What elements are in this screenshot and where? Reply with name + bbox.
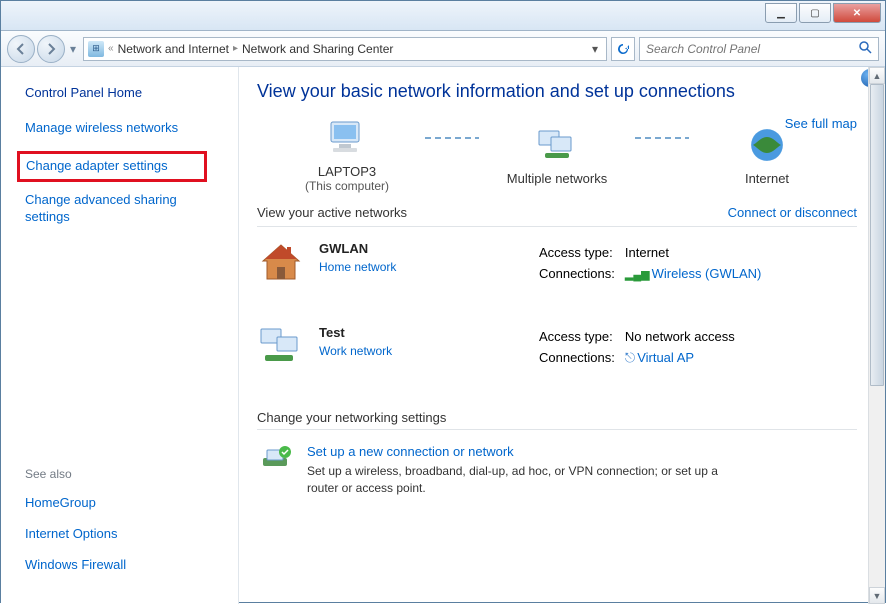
search-input[interactable] (646, 42, 858, 56)
scroll-down-button[interactable]: ▼ (869, 587, 885, 604)
see-full-map-link[interactable]: See full map (785, 116, 857, 131)
house-icon (257, 241, 305, 283)
internet-options-link[interactable]: Internet Options (25, 526, 126, 543)
map-node-networks: Multiple networks (497, 125, 617, 186)
globe-icon (745, 125, 789, 165)
access-type-value: Internet (625, 243, 770, 262)
refresh-icon (616, 42, 630, 56)
nav-history-dropdown[interactable]: ▾ (67, 35, 79, 63)
map-connector (635, 137, 689, 139)
address-bar[interactable]: ⊞ « Network and Internet ▸ Network and S… (83, 37, 607, 61)
map-node-label: Multiple networks (507, 171, 607, 186)
map-node-sublabel: (This computer) (305, 179, 389, 193)
change-adapter-link[interactable]: Change adapter settings (17, 151, 207, 182)
connections-label: Connections: (539, 348, 623, 368)
map-node-internet: Internet (707, 125, 827, 186)
change-advanced-link[interactable]: Change advanced sharing settings (25, 192, 215, 226)
address-dropdown[interactable]: ▾ (588, 42, 602, 56)
back-button[interactable] (7, 35, 35, 63)
adapter-icon: ⎋ (625, 350, 635, 365)
network-map: See full map LAPTOP3 (This computer) Mul… (257, 118, 857, 193)
search-box[interactable] (639, 37, 879, 61)
setup-icon (257, 444, 293, 476)
homegroup-link[interactable]: HomeGroup (25, 495, 126, 512)
change-settings-label: Change your networking settings (257, 410, 857, 425)
network-item-gwlan: GWLAN Home network Access type:Internet … (257, 241, 857, 285)
setup-connection-link[interactable]: Set up a new connection or network (307, 444, 747, 459)
network-item-test: Test Work network Access type:No network… (257, 325, 857, 370)
breadcrumb-parent[interactable]: Network and Internet (118, 42, 229, 56)
network-icon: ⊞ (88, 41, 104, 57)
network-type-link[interactable]: Home network (319, 260, 396, 274)
window-controls: ▁ ▢ ✕ (765, 3, 881, 23)
access-type-label: Access type: (539, 243, 623, 262)
body: Control Panel Home Manage wireless netwo… (1, 67, 885, 604)
network-name: Test (319, 325, 392, 340)
arrow-left-icon (15, 43, 27, 55)
nav-arrows: ▾ (7, 35, 79, 63)
map-connector (425, 137, 479, 139)
scroll-up-button[interactable]: ▲ (869, 67, 885, 84)
access-type-value: No network access (625, 327, 743, 346)
close-button[interactable]: ✕ (833, 3, 881, 23)
minimize-button[interactable]: ▁ (765, 3, 797, 23)
map-node-label: LAPTOP3 (318, 164, 376, 179)
signal-icon: ▂▄▆ (625, 269, 650, 281)
connection-link[interactable]: Wireless (GWLAN) (652, 266, 762, 281)
refresh-button[interactable] (611, 37, 635, 61)
sidebar: Control Panel Home Manage wireless netwo… (1, 67, 239, 604)
breadcrumb-current[interactable]: Network and Sharing Center (242, 42, 393, 56)
scrollbar[interactable]: ▲ ▼ (868, 67, 885, 604)
arrow-right-icon (45, 43, 57, 55)
connection-link[interactable]: Virtual AP (637, 350, 694, 365)
maximize-button[interactable]: ▢ (799, 3, 831, 23)
breadcrumb-sep: ▸ (233, 43, 238, 54)
scroll-thumb[interactable] (870, 84, 884, 386)
forward-button[interactable] (37, 35, 65, 63)
active-networks-header: View your active networks Connect or dis… (257, 205, 857, 220)
separator (257, 226, 857, 227)
network-type-link[interactable]: Work network (319, 344, 392, 358)
active-networks-label: View your active networks (257, 205, 407, 220)
search-icon[interactable] (858, 40, 872, 57)
manage-wireless-link[interactable]: Manage wireless networks (25, 120, 215, 137)
window: ▁ ▢ ✕ ▾ ⊞ « Network and Internet ▸ Netwo… (0, 0, 886, 603)
navbar: ▾ ⊞ « Network and Internet ▸ Network and… (1, 31, 885, 67)
work-network-icon (257, 325, 305, 367)
access-type-label: Access type: (539, 327, 623, 346)
titlebar: ▁ ▢ ✕ (1, 1, 885, 31)
map-node-computer: LAPTOP3 (This computer) (287, 118, 407, 193)
multiple-networks-icon (535, 125, 579, 165)
map-node-label: Internet (745, 171, 789, 186)
network-name: GWLAN (319, 241, 396, 256)
see-also-label: See also (25, 467, 126, 481)
computer-icon (325, 118, 369, 158)
control-panel-home-link[interactable]: Control Panel Home (25, 85, 228, 100)
setup-connection-row: Set up a new connection or network Set u… (257, 444, 857, 497)
scroll-track[interactable] (869, 84, 885, 587)
connections-label: Connections: (539, 264, 623, 283)
separator (257, 429, 857, 430)
see-also: See also HomeGroup Internet Options Wind… (25, 467, 126, 588)
page-title: View your basic network information and … (257, 81, 857, 102)
content: ▲ ▼ View your basic network information … (239, 67, 885, 604)
connect-disconnect-link[interactable]: Connect or disconnect (728, 205, 857, 220)
breadcrumb-chevron: « (108, 43, 114, 54)
windows-firewall-link[interactable]: Windows Firewall (25, 557, 126, 574)
setup-connection-desc: Set up a wireless, broadband, dial-up, a… (307, 463, 747, 497)
